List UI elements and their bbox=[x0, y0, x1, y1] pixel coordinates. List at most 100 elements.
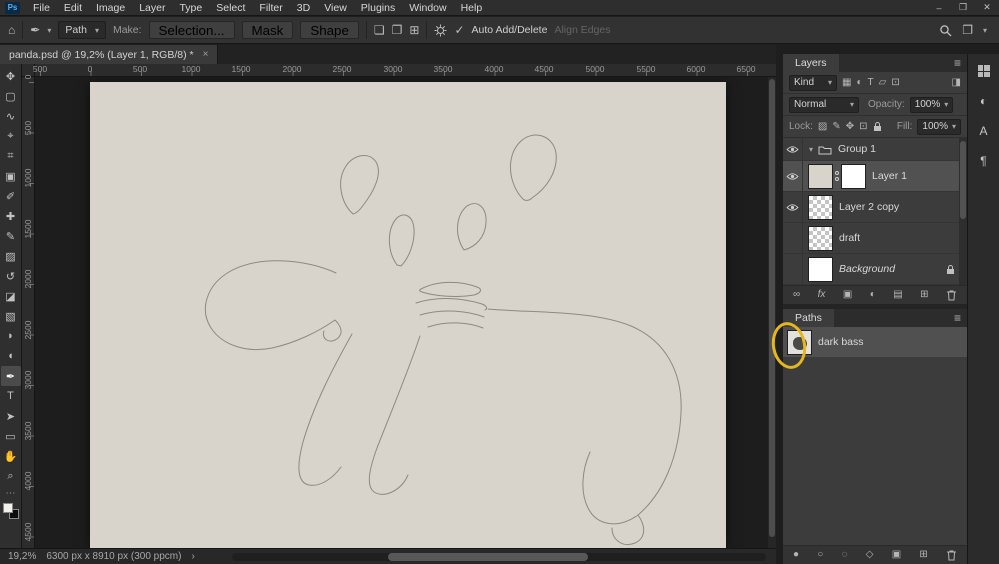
layer-thumbnail[interactable] bbox=[808, 256, 833, 282]
stroke-path-icon[interactable]: ○ bbox=[817, 550, 823, 560]
make-selection-button[interactable]: Selection... bbox=[148, 21, 235, 39]
vertical-scrollbar-thumb[interactable] bbox=[769, 79, 775, 537]
menu-file[interactable]: File bbox=[26, 2, 57, 14]
new-layer-icon[interactable]: ⊞ bbox=[920, 290, 928, 300]
menu-select[interactable]: Select bbox=[209, 2, 252, 14]
character-panel-icon[interactable]: A bbox=[971, 120, 997, 142]
eyedropper-tool[interactable]: ✐ bbox=[1, 186, 21, 206]
home-icon[interactable]: ⌂ bbox=[8, 24, 15, 36]
panda-mouth-line-path[interactable] bbox=[415, 298, 488, 311]
checkbox-check-icon[interactable]: ✓ bbox=[454, 24, 464, 36]
chevron-right-icon[interactable]: › bbox=[191, 551, 194, 562]
menu-type[interactable]: Type bbox=[172, 2, 209, 14]
frame-tool[interactable]: ▣ bbox=[1, 166, 21, 186]
make-work-path-icon[interactable]: ◇ bbox=[866, 550, 874, 560]
layer-thumbnail[interactable] bbox=[808, 163, 833, 189]
vertical-ruler[interactable]: 0 500 1000 1500 2000 2500 3000 3500 4000… bbox=[22, 75, 35, 548]
canvas-viewport[interactable] bbox=[35, 77, 776, 548]
layer-effects-icon[interactable]: fx bbox=[818, 290, 826, 300]
visibility-toggle[interactable] bbox=[783, 254, 803, 284]
zoom-tool[interactable]: ⌕ bbox=[1, 466, 21, 486]
path-alignment-icon[interactable]: ❐ bbox=[392, 24, 403, 36]
object-selection-tool[interactable]: ⌖ bbox=[1, 126, 21, 146]
link-layers-icon[interactable]: ∞ bbox=[793, 290, 800, 300]
history-brush-tool[interactable]: ↺ bbox=[1, 266, 21, 286]
layer-mask-link-icon[interactable] bbox=[835, 171, 839, 181]
layers-scrollbar-thumb[interactable] bbox=[960, 141, 966, 219]
vertical-scrollbar[interactable] bbox=[768, 77, 776, 548]
panda-right-eye-path[interactable] bbox=[457, 203, 487, 251]
path-thumbnail[interactable] bbox=[787, 329, 812, 355]
pen-tool[interactable]: ✒ bbox=[0, 366, 21, 386]
layer-thumbnail[interactable] bbox=[808, 194, 833, 220]
blur-tool[interactable]: ◗ bbox=[1, 326, 21, 346]
crop-tool[interactable]: ⌗ bbox=[1, 146, 21, 166]
lock-pixels-icon[interactable]: ✎ bbox=[832, 121, 840, 132]
panda-left-ear-path[interactable] bbox=[340, 155, 379, 215]
path-arrangement-icon[interactable]: ⊞ bbox=[409, 24, 419, 36]
delete-layer-icon[interactable] bbox=[946, 289, 957, 301]
add-path-mask-icon[interactable]: ▣ bbox=[892, 550, 901, 560]
menu-window[interactable]: Window bbox=[402, 2, 453, 14]
color-swatches[interactable] bbox=[2, 503, 19, 519]
menu-3d[interactable]: 3D bbox=[290, 2, 317, 14]
clone-stamp-tool[interactable]: ▨ bbox=[1, 246, 21, 266]
delete-path-icon[interactable] bbox=[946, 549, 957, 561]
fill-select[interactable]: 100% ▾ bbox=[917, 118, 961, 135]
restore-button[interactable]: ❐ bbox=[951, 0, 975, 15]
visibility-toggle[interactable] bbox=[783, 223, 803, 253]
lock-transparency-icon[interactable]: ▨ bbox=[818, 121, 827, 132]
new-group-icon[interactable]: ▤ bbox=[893, 290, 902, 300]
document-canvas[interactable] bbox=[90, 82, 726, 548]
move-tool[interactable]: ✥ bbox=[1, 66, 21, 86]
menu-view[interactable]: View bbox=[317, 2, 354, 14]
layer-row-layer-2-copy[interactable]: Layer 2 copy bbox=[783, 192, 967, 223]
group-expander-icon[interactable]: ▾ bbox=[809, 145, 813, 154]
gradient-tool[interactable]: ▧ bbox=[1, 306, 21, 326]
menu-image[interactable]: Image bbox=[89, 2, 132, 14]
new-path-icon[interactable]: ⊞ bbox=[919, 550, 927, 560]
type-tool[interactable]: T bbox=[1, 386, 21, 406]
lock-artboard-icon[interactable]: ⊡ bbox=[859, 121, 867, 132]
auto-add-delete-label[interactable]: Auto Add/Delete bbox=[472, 24, 548, 36]
layer-row-draft[interactable]: draft bbox=[783, 223, 967, 254]
fill-path-icon[interactable]: ● bbox=[793, 550, 799, 560]
foreground-color-swatch[interactable] bbox=[2, 503, 13, 513]
minimize-button[interactable]: – bbox=[927, 0, 951, 15]
filter-toggle-icon[interactable]: ◨ bbox=[952, 77, 961, 88]
panda-lower-left-path[interactable] bbox=[368, 335, 421, 495]
menu-plugins[interactable]: Plugins bbox=[354, 2, 402, 14]
panda-right-paw-path[interactable] bbox=[611, 514, 645, 545]
filter-type-layers-icon[interactable]: T bbox=[868, 77, 874, 88]
layer-row-layer-1[interactable]: Layer 1 bbox=[783, 161, 967, 192]
tool-mode-select[interactable]: Path ▾ bbox=[58, 21, 106, 39]
hand-tool[interactable]: ✋ bbox=[1, 446, 21, 466]
panel-menu-icon[interactable]: ≡ bbox=[948, 54, 967, 72]
paragraph-panel-icon[interactable]: ¶ bbox=[971, 150, 997, 172]
paths-panel-tab[interactable]: Paths bbox=[783, 309, 834, 327]
chevron-down-icon[interactable]: ▾ bbox=[983, 26, 987, 35]
zoom-level[interactable]: 19,2% bbox=[8, 551, 36, 562]
shape-tool[interactable]: ▭ bbox=[1, 426, 21, 446]
layer-row-background[interactable]: Background bbox=[783, 254, 967, 285]
menu-layer[interactable]: Layer bbox=[132, 2, 172, 14]
opacity-select[interactable]: 100% ▾ bbox=[909, 96, 954, 113]
layer-thumbnail[interactable] bbox=[808, 225, 833, 251]
visibility-toggle[interactable] bbox=[783, 192, 803, 222]
make-shape-button[interactable]: Shape bbox=[300, 21, 359, 39]
horizontal-ruler[interactable]: 500 0 500 1000 1500 2000 2500 3000 3500 … bbox=[33, 64, 776, 77]
color-panel-icon[interactable] bbox=[971, 60, 997, 82]
dodge-tool[interactable]: ◖ bbox=[1, 346, 21, 366]
filter-smart-objects-icon[interactable]: ⊡ bbox=[891, 77, 899, 88]
visibility-toggle[interactable] bbox=[783, 138, 803, 160]
path-row-dark-bass[interactable]: dark bass bbox=[783, 327, 967, 357]
layer-mask-thumbnail[interactable] bbox=[841, 163, 866, 189]
healing-tool[interactable]: ✚ bbox=[1, 206, 21, 226]
path-selection-tool[interactable]: ➤ bbox=[1, 406, 21, 426]
layer-filter-select[interactable]: Kind ▾ bbox=[789, 74, 837, 91]
menu-edit[interactable]: Edit bbox=[57, 2, 89, 14]
make-mask-button[interactable]: Mask bbox=[241, 21, 294, 39]
panda-right-ear-path[interactable] bbox=[509, 134, 557, 201]
horizontal-scrollbar-thumb[interactable] bbox=[388, 553, 588, 561]
filter-pixel-layers-icon[interactable]: ▦ bbox=[842, 77, 851, 88]
